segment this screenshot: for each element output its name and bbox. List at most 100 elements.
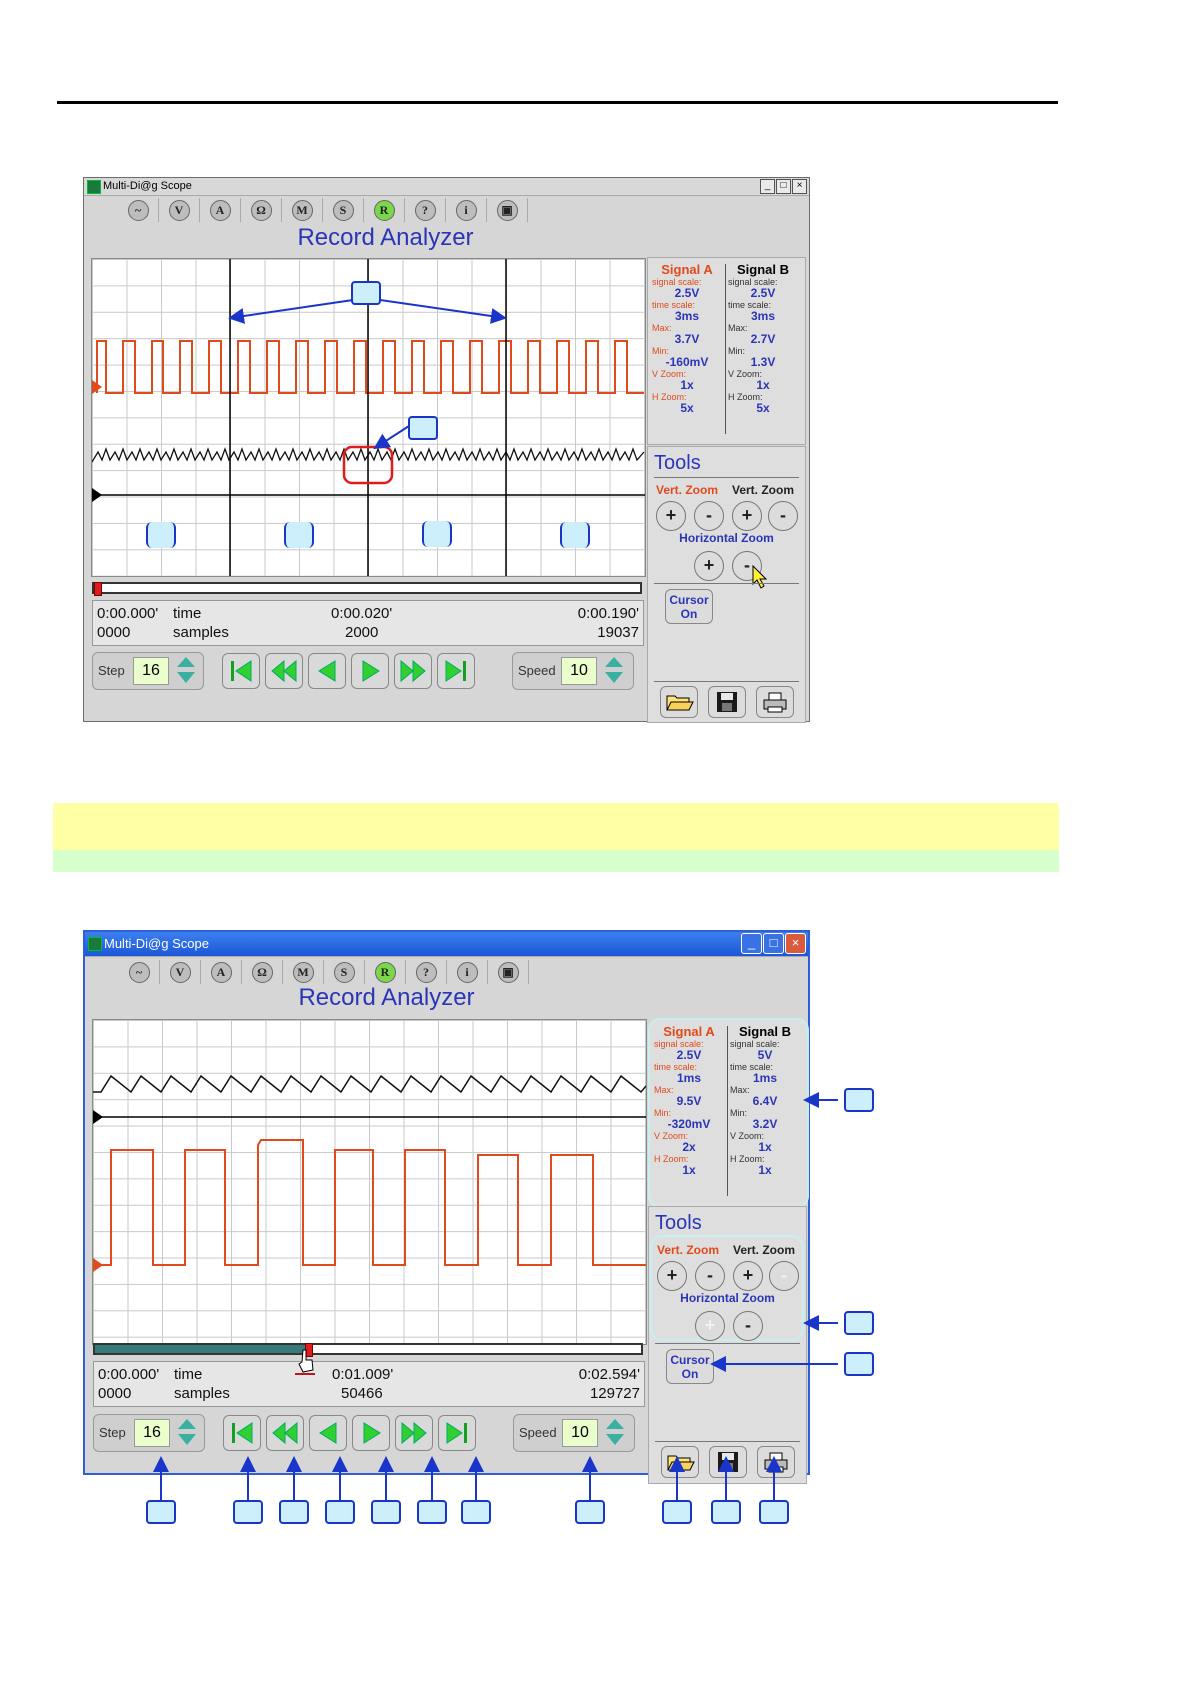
signal-a-max: 3.7V (674, 332, 700, 346)
scope-window-2: Multi-Di@g Scope _ □ × ~ V A Ω M S R ? i… (83, 930, 810, 1484)
speed-value[interactable]: 10 (561, 657, 597, 685)
mode-ohm-button[interactable]: Ω (242, 960, 283, 984)
maximize-button[interactable]: □ (776, 179, 791, 194)
time-info-panel: 0:00.000' time 0:00.020' 0:00.190' 0000 … (92, 600, 644, 646)
samples-start: 0000 (98, 1385, 132, 1402)
fast-rewind-button[interactable] (265, 653, 303, 689)
horizontal-zoom-plus-button[interactable]: + (694, 551, 724, 581)
mode-voltage-button[interactable]: V (159, 198, 200, 222)
step-value[interactable]: 16 (134, 1419, 170, 1447)
open-file-button[interactable] (661, 1446, 699, 1478)
vert-zoom-b-plus-button[interactable]: + (732, 501, 762, 531)
signal-a-trace (93, 1139, 646, 1266)
step-value[interactable]: 16 (133, 657, 169, 685)
play-button[interactable] (351, 653, 389, 689)
title-bar[interactable]: Multi-Di@g Scope _ □ × (85, 932, 808, 957)
print-button[interactable] (757, 1446, 795, 1478)
horizontal-zoom-minus-button[interactable]: - (733, 1311, 763, 1341)
skip-to-start-button[interactable] (223, 1415, 261, 1451)
page-title: Record Analyzer (297, 224, 474, 251)
fast-rewind-button[interactable] (266, 1415, 304, 1451)
app-icon (88, 937, 102, 951)
vert-zoom-a-minus-button[interactable]: - (694, 501, 724, 531)
skip-to-end-button[interactable] (438, 1415, 476, 1451)
signal-b-min: 3.2V (752, 1117, 778, 1131)
step-spinner-icon[interactable] (176, 1417, 198, 1447)
screen-button[interactable]: ▣ (488, 960, 529, 984)
mode-s-button[interactable]: S (324, 960, 365, 984)
maximize-button[interactable]: □ (763, 933, 784, 954)
save-button[interactable] (708, 686, 746, 718)
tools-panel: Tools Vert. Zoom Vert. Zoom + - + - Hori… (648, 1206, 807, 1484)
mode-m-button[interactable]: M (283, 960, 324, 984)
mode-ampere-button[interactable]: A (200, 198, 241, 222)
highlight-band-yellow (53, 803, 1059, 850)
open-file-button[interactable] (660, 686, 698, 718)
progress-handle[interactable] (94, 582, 102, 596)
vert-zoom-b-label: Vert. Zoom (733, 1243, 796, 1257)
cursor-toggle-button[interactable]: Cursor On (665, 589, 713, 624)
ohm-icon: Ω (250, 199, 272, 221)
vert-zoom-a-plus-button[interactable]: + (656, 501, 686, 531)
time-mid: 0:01.009' (332, 1366, 394, 1383)
window-title: Multi-Di@g Scope (103, 180, 192, 192)
mode-wave-button[interactable]: ~ (119, 960, 160, 984)
fast-forward-button[interactable] (394, 653, 432, 689)
step-spinner-icon[interactable] (175, 655, 197, 685)
help-button[interactable]: ? (406, 960, 447, 984)
vert-zoom-b-minus-button[interactable]: - (769, 1261, 799, 1291)
vert-zoom-a-plus-button[interactable]: + (657, 1261, 687, 1291)
close-button[interactable]: × (785, 933, 806, 954)
help-button[interactable]: ? (405, 198, 446, 222)
minimize-button[interactable]: _ (741, 933, 762, 954)
vert-zoom-a-minus-button[interactable]: - (695, 1261, 725, 1291)
save-button[interactable] (709, 1446, 747, 1478)
horizontal-zoom-plus-button[interactable]: + (695, 1311, 725, 1341)
samples-word: samples (174, 1385, 230, 1402)
signal-b-time: 3ms (750, 309, 776, 323)
speed-spinner-icon[interactable] (604, 1417, 626, 1447)
skip-to-end-button[interactable] (437, 653, 475, 689)
close-button[interactable]: × (792, 179, 807, 194)
signal-b-header: Signal B (738, 1024, 791, 1039)
vert-zoom-b-minus-button[interactable]: - (768, 501, 798, 531)
print-button[interactable] (756, 686, 794, 718)
fast-forward-button[interactable] (395, 1415, 433, 1451)
cursor-toggle-button[interactable]: Cursor On (666, 1349, 714, 1384)
mode-record-button[interactable]: R (364, 198, 405, 222)
tools-divider (654, 477, 799, 478)
screen-button[interactable]: ▣ (487, 198, 528, 222)
mode-s-button[interactable]: S (323, 198, 364, 222)
play-button[interactable] (352, 1415, 390, 1451)
playback-progress[interactable] (92, 582, 642, 596)
mode-voltage-button[interactable]: V (160, 960, 201, 984)
signal-a-time: 3ms (674, 309, 700, 323)
signal-b-column: Signal B signal scale: 5V time scale: 1m… (730, 1024, 800, 1177)
signal-info-panel: Signal A signal scale: 2.5V time scale: … (648, 1018, 809, 1208)
minimize-button[interactable]: _ (760, 179, 775, 194)
skip-to-start-button[interactable] (222, 653, 260, 689)
step-back-button[interactable] (309, 1415, 347, 1451)
speed-value[interactable]: 10 (562, 1419, 598, 1447)
step-back-button[interactable] (308, 653, 346, 689)
mode-m-button[interactable]: M (282, 198, 323, 222)
scope-display[interactable] (92, 1019, 647, 1345)
mode-wave-button[interactable]: ~ (118, 198, 159, 222)
printer-icon (763, 692, 787, 713)
speed-spinner-icon[interactable] (603, 655, 625, 685)
title-bar[interactable]: Multi-Di@g Scope _ □ × (84, 178, 809, 196)
vert-zoom-b-plus-button[interactable]: + (733, 1261, 763, 1291)
signal-b-vzoom: 1x (758, 1140, 772, 1154)
section-marker-1 (146, 522, 176, 548)
info-button[interactable]: i (446, 198, 487, 222)
signal-b-hzoom: 5x (756, 401, 770, 415)
info-button[interactable]: i (447, 960, 488, 984)
playback-progress[interactable] (93, 1343, 643, 1357)
mode-ohm-button[interactable]: Ω (241, 198, 282, 222)
mode-record-button[interactable]: R (365, 960, 406, 984)
wave-icon: ~ (127, 199, 149, 221)
playback-controls: Step 16 Speed 10 (92, 652, 642, 690)
mouse-pointer-icon (752, 565, 768, 589)
mode-ampere-button[interactable]: A (201, 960, 242, 984)
screen-icon: ▣ (496, 199, 518, 221)
